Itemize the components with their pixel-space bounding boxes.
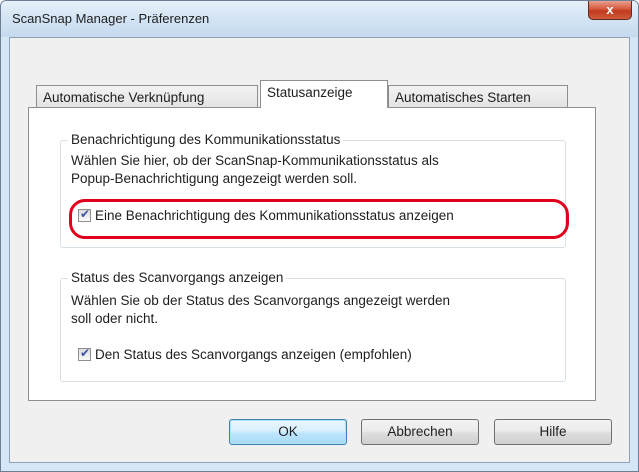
scan-status-description: Wählen Sie ob der Status des Scanvorgang…	[71, 292, 450, 328]
notification-description: Wählen Sie hier, ob der ScanSnap-Kommuni…	[71, 152, 439, 188]
check-icon: ✔	[79, 346, 91, 360]
help-button-label: Hilfe	[539, 424, 567, 439]
tab-label: Automatische Verknüpfung	[43, 90, 205, 105]
help-button[interactable]: Hilfe	[494, 419, 612, 445]
ok-button-label: OK	[278, 424, 298, 439]
title-bar[interactable]: ScanSnap Manager - Präferenzen x	[1, 1, 638, 37]
scan-status-groupbox: Status des Scanvorgangs anzeigen Wählen …	[60, 270, 566, 382]
tab-automatische-verknuepfung[interactable]: Automatische Verknüpfung	[36, 85, 258, 108]
highlight-annotation-ring	[69, 199, 569, 239]
ok-button[interactable]: OK	[229, 419, 347, 445]
tab-automatisches-starten[interactable]: Automatisches Starten	[388, 85, 568, 108]
tab-label: Statusanzeige	[267, 85, 353, 100]
scan-status-checkbox[interactable]: ✔	[78, 346, 91, 361]
window-title: ScanSnap Manager - Präferenzen	[12, 11, 210, 26]
tab-panel-statusanzeige: Benachrichtigung des Kommunikationsstatu…	[28, 107, 596, 401]
cancel-button-label: Abbrechen	[387, 424, 453, 439]
close-button[interactable]: x	[588, 1, 632, 20]
preferences-dialog-window: ScanSnap Manager - Präferenzen x Automat…	[0, 0, 639, 472]
close-icon: x	[606, 2, 614, 17]
scan-status-checkbox-row[interactable]: ✔ Den Status des Scanvorgangs anzeigen (…	[78, 346, 412, 362]
notification-description-line2: Popup-Benachrichtigung angezeigt werden …	[71, 171, 357, 186]
scan-status-description-line2: soll oder nicht.	[71, 311, 159, 326]
tab-label: Automatisches Starten	[395, 90, 531, 105]
cancel-button[interactable]: Abbrechen	[361, 419, 479, 445]
tab-statusanzeige[interactable]: Statusanzeige	[260, 80, 388, 108]
notification-description-line1: Wählen Sie hier, ob der ScanSnap-Kommuni…	[71, 153, 439, 168]
scan-status-group-legend: Status des Scanvorgangs anzeigen	[68, 270, 287, 285]
notification-group-legend: Benachrichtigung des Kommunikationsstatu…	[68, 132, 344, 147]
scan-status-checkbox-label[interactable]: Den Status des Scanvorgangs anzeigen (em…	[95, 347, 412, 362]
scan-status-description-line1: Wählen Sie ob der Status des Scanvorgang…	[71, 293, 450, 308]
